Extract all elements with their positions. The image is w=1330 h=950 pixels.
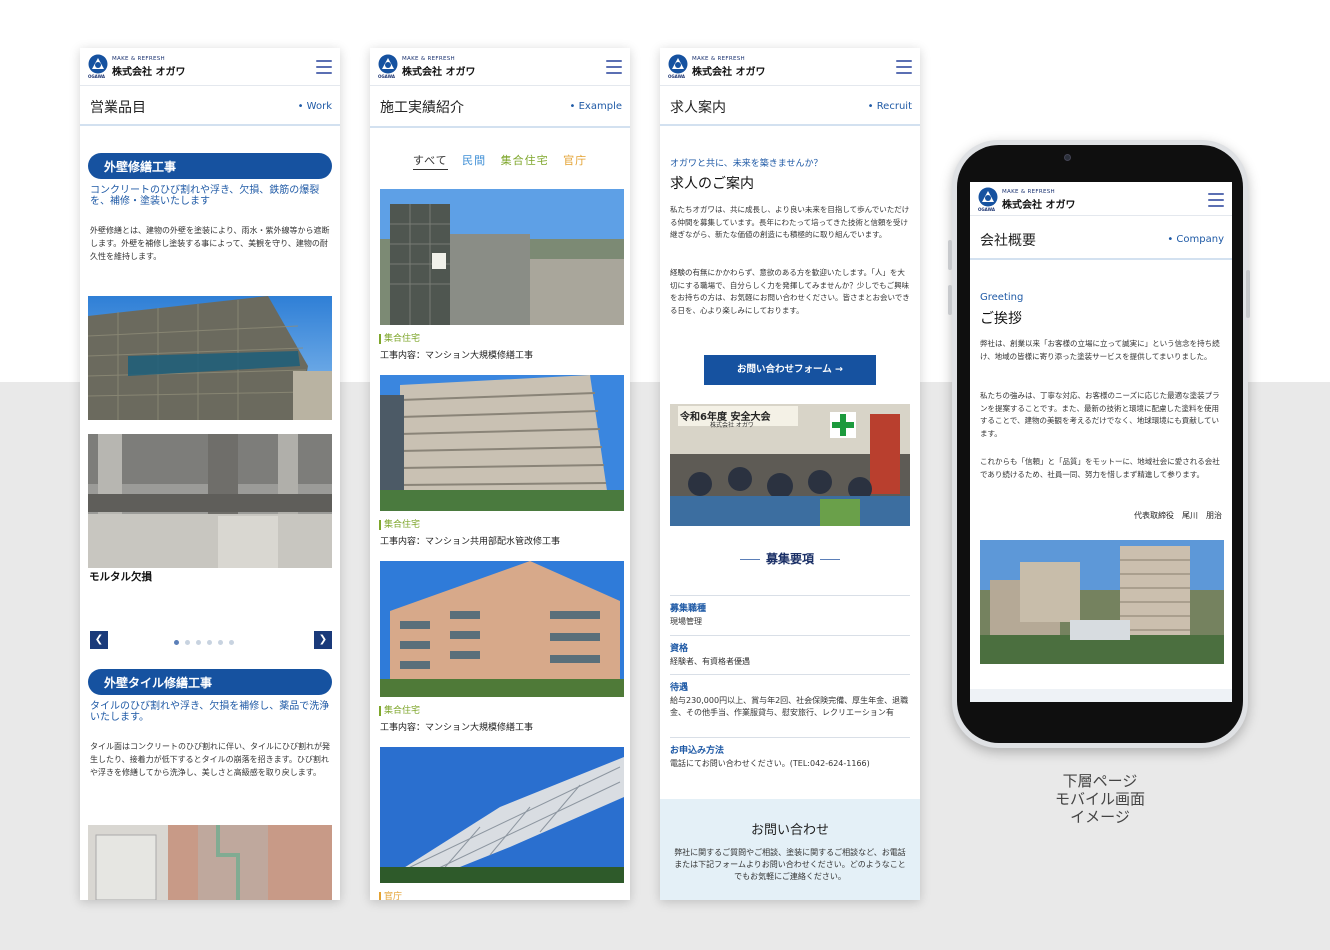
site-header: MAKE & REFRESH 株式会社 オガワ OGAWA <box>970 182 1232 216</box>
greeting-heading: ご挨拶 <box>980 311 1022 327</box>
page-title-bar: 会社概要 Company <box>970 216 1232 260</box>
example-photo-1[interactable] <box>380 189 624 325</box>
ogawa-logo-icon <box>378 54 398 74</box>
example-tag: 集合住宅 <box>379 334 420 344</box>
recruit-para2: 経験の有無にかかわらず、意欲のある方を歓迎いたします。「人」を大切にする職場で、… <box>670 268 910 315</box>
phone-side-button <box>948 240 952 270</box>
requirement-row: 募集職種 現場管理 <box>670 595 910 628</box>
mockup-caption: 下層ページ モバイル画面 イメージ <box>1054 772 1145 826</box>
example-page-screen: MAKE & REFRESH 株式会社 オガワ OGAWA 施工実績紹介 Exa… <box>370 48 630 900</box>
slider-dots <box>174 630 240 645</box>
page-title-bar: 施工実績紹介 Example <box>370 86 630 128</box>
slider-dot[interactable] <box>174 640 179 645</box>
page-title-en: Company <box>1167 234 1224 245</box>
contact-title: お問い合わせ <box>750 823 829 838</box>
recruit-para1: 私たちオガワは、共に成長し、より良い未来を目指して歩んでいただける仲間を募集して… <box>670 205 910 239</box>
section-heading-tile-repair: 外壁タイル修繕工事 <box>88 669 332 695</box>
slide-caption: モルタル欠損 <box>89 571 152 583</box>
work-page-screen: MAKE & REFRESH 株式会社 オガワ OGAWA 営業品目 Work … <box>80 48 340 900</box>
slider-dot[interactable] <box>229 640 234 645</box>
banner-sub: 株式会社 オガワ <box>710 422 754 429</box>
hamburger-menu-icon[interactable] <box>316 60 332 74</box>
ogawa-logo-icon <box>88 54 108 74</box>
slider-prev-button[interactable]: ❮ <box>90 631 108 649</box>
requirement-row: お申込み方法 電話にてお問い合わせください。(TEL:042-624-1166) <box>670 737 910 770</box>
signature: 代表取締役 尾川 朋治 <box>1134 511 1222 520</box>
filter-private[interactable]: 民間 <box>462 154 486 167</box>
company-building-photo <box>980 540 1224 664</box>
hamburger-menu-icon[interactable] <box>896 60 912 74</box>
section-heading-wall-repair: 外壁修繕工事 <box>88 153 332 179</box>
contact-form-button[interactable]: お問い合わせフォーム → <box>704 355 876 385</box>
page-title-bar: 営業品目 Work <box>80 86 340 126</box>
example-photo-4[interactable] <box>380 747 624 883</box>
photo-scaffold-building <box>88 296 332 420</box>
example-work: 工事内容：マンション共用部配水管改修工事 <box>380 537 561 547</box>
phone-side-button <box>1246 270 1250 318</box>
phone-side-button <box>948 285 952 315</box>
photo-mortar-damage <box>88 434 332 568</box>
slider-next-button[interactable]: ❯ <box>314 631 332 649</box>
page-title: 施工実績紹介 <box>380 100 464 116</box>
greeting-en: Greeting <box>980 292 1024 303</box>
company-page-screen: MAKE & REFRESH 株式会社 オガワ OGAWA 会社概要 Compa… <box>970 182 1232 702</box>
filter-all[interactable]: すべて <box>412 154 448 170</box>
hamburger-menu-icon[interactable] <box>1208 193 1224 207</box>
example-work: 工事内容：マンション大規模修繕工事 <box>380 351 534 361</box>
contact-body: 弊社に関するご質問やご相談、塗装に関するご相談など、お電話または下記フォームより… <box>674 848 906 881</box>
example-photo-2[interactable] <box>380 375 624 511</box>
requirement-row: 資格 経験者、有資格者優遇 <box>670 635 910 668</box>
page-title-en: Recruit <box>868 101 912 112</box>
slider-dot[interactable] <box>207 640 212 645</box>
filter-housing[interactable]: 集合住宅 <box>501 154 549 167</box>
slider-dot[interactable] <box>185 640 190 645</box>
slider-dot[interactable] <box>196 640 201 645</box>
chevron-left-icon: ❮ <box>94 634 104 645</box>
example-tag: 集合住宅 <box>379 706 420 716</box>
greeting-para2: 私たちの強みは、丁寧な対応、お客様のニーズに応じた最適な塗装プランを提案すること… <box>980 391 1220 438</box>
page-title-en: Work <box>298 101 332 112</box>
safety-meeting-photo: 令和6年度 安全大会 株式会社 オガワ <box>670 404 910 526</box>
contact-section: お問い合わせ 弊社に関するご質問やご相談、塗装に関するご相談など、お電話または下… <box>660 799 920 900</box>
slider-dot[interactable] <box>218 640 223 645</box>
section-sub: タイルのひび割れや浮き、欠損を補修し、薬品で洗浄いたします。 <box>90 701 330 723</box>
example-tag: 官庁 <box>379 892 402 900</box>
recruit-page-screen: MAKE & REFRESH 株式会社 オガワ OGAWA 求人案内 Recru… <box>660 48 920 900</box>
ogawa-logo-icon <box>978 187 998 207</box>
section-sub: コンクリートのひび割れや浮き、欠損、鉄筋の爆裂を、補修・塗装いたします <box>90 185 320 207</box>
footer-strip <box>970 689 1232 702</box>
page-title: 営業品目 <box>90 100 146 116</box>
section-body: タイル面はコンクリートのひび割れに伴い、タイルにひび割れが発生したり、接着力が低… <box>90 742 330 777</box>
hamburger-menu-icon[interactable] <box>606 60 622 74</box>
section-body: 外壁修繕とは、建物の外壁を塗装により、雨水・紫外線等から遮断します。外壁を補修し… <box>90 226 330 261</box>
greeting-para3: これからも「信頼」と「品質」をモットーに、地域社会に愛される会社であり続けるため… <box>980 457 1220 479</box>
photo-tile-wall <box>88 825 332 900</box>
site-header: MAKE & REFRESH 株式会社 オガワ OGAWA <box>370 48 630 86</box>
page-title: 求人案内 <box>670 100 726 116</box>
category-filter: すべて 民間 集合住宅 官庁 <box>370 152 630 170</box>
filter-government[interactable]: 官庁 <box>563 154 587 167</box>
requirements-title: 募集要項 <box>660 550 920 567</box>
example-tag: 集合住宅 <box>379 520 420 530</box>
site-header: MAKE & REFRESH 株式会社 オガワ OGAWA <box>80 48 340 86</box>
ogawa-logo-icon <box>668 54 688 74</box>
phone-camera <box>1064 154 1071 161</box>
recruit-lead: オガワと共に、未来を築きませんか？ <box>670 159 823 169</box>
page-title-bar: 求人案内 Recruit <box>660 86 920 126</box>
page-title: 会社概要 <box>980 233 1036 249</box>
greeting-para1: 弊社は、創業以来「お客様の立場に立って誠実に」という信念を持ち続け、地域の皆様に… <box>980 339 1220 361</box>
recruit-heading: 求人のご案内 <box>670 176 754 192</box>
site-header: MAKE & REFRESH 株式会社 オガワ OGAWA <box>660 48 920 86</box>
chevron-right-icon: ❯ <box>318 634 328 645</box>
example-photo-3[interactable] <box>380 561 624 697</box>
requirement-row: 待遇 給与230,000円以上、賞与年2回、社会保険完備、厚生年金、退職金、その… <box>670 674 910 719</box>
page-title-en: Example <box>570 101 622 112</box>
example-work: 工事内容：マンション大規模修繕工事 <box>380 723 534 733</box>
